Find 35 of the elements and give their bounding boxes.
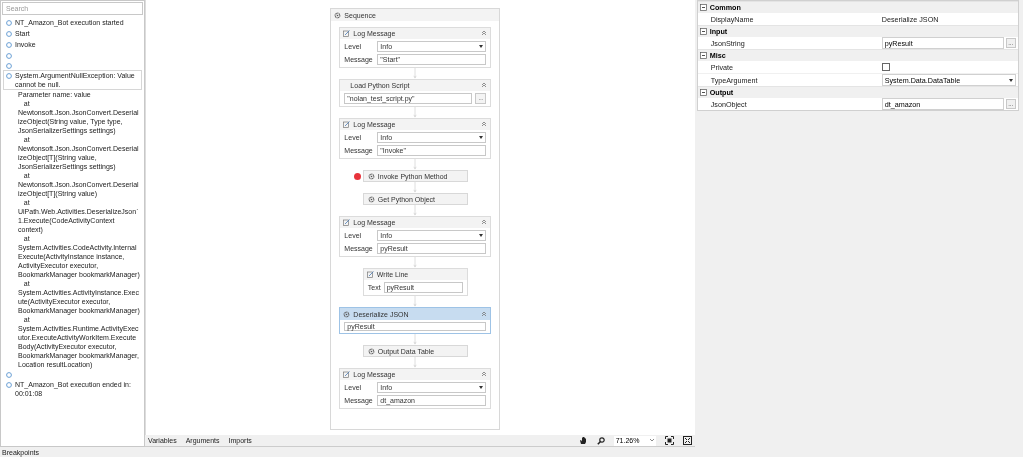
pencil-note-icon [343, 219, 351, 226]
pencil-note-icon [343, 371, 351, 378]
gear-icon [367, 195, 375, 203]
connector-arrow [412, 334, 419, 345]
dropdown-caret-icon[interactable] [1008, 78, 1013, 82]
fit-to-screen-icon[interactable] [664, 436, 674, 445]
checkbox[interactable] [881, 63, 890, 71]
connector-arrow [412, 357, 419, 368]
document-icon [366, 271, 374, 278]
dropdown-caret-icon[interactable] [479, 45, 484, 48]
collapse-icon[interactable] [699, 88, 707, 96]
pencil-note-icon [343, 121, 351, 128]
gear-icon [367, 172, 375, 180]
hand-icon[interactable] [578, 436, 588, 445]
chevron-down-icon[interactable] [649, 439, 654, 442]
collapse-icon[interactable] [699, 51, 707, 59]
pencil-note-icon [343, 30, 351, 37]
search-icon[interactable] [596, 436, 605, 445]
connector-arrow [412, 205, 419, 216]
connector-arrow [412, 107, 419, 118]
collapse-icon[interactable] [699, 27, 707, 35]
fullscreen-icon[interactable] [682, 436, 692, 445]
connector-arrow [412, 182, 419, 193]
dropdown-caret-icon[interactable] [479, 234, 484, 237]
connector-arrow [412, 257, 419, 268]
dropdown-caret-icon[interactable] [479, 136, 484, 139]
connector-arrow [412, 159, 419, 170]
collapse-icon[interactable] [699, 3, 707, 11]
gear-icon [343, 310, 351, 318]
connector-arrow [412, 296, 419, 307]
dropdown-caret-icon[interactable] [479, 386, 484, 389]
gear-icon [367, 347, 375, 355]
breakpoint-icon[interactable] [353, 172, 361, 180]
connector-arrow [412, 68, 419, 79]
gear-icon [334, 11, 342, 19]
